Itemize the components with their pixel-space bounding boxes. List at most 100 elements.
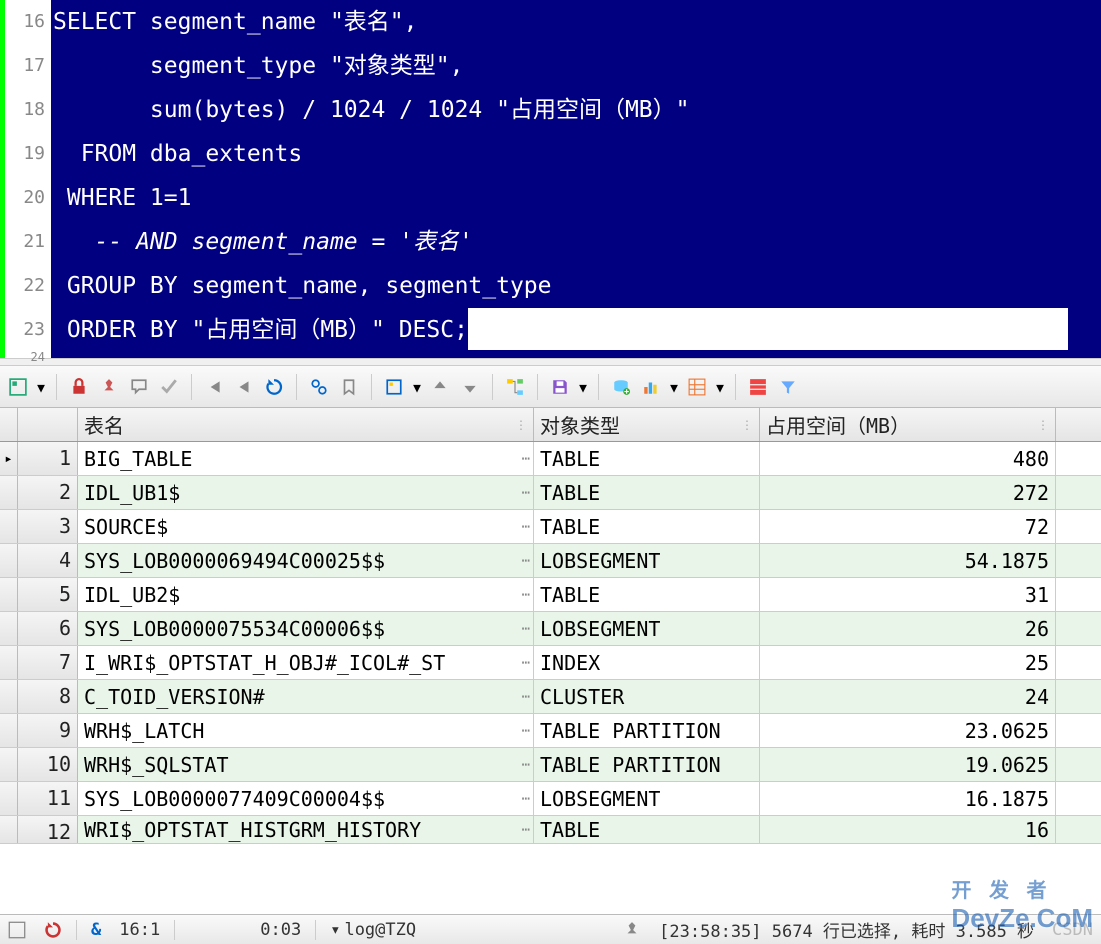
- cell-type[interactable]: TABLE PARTITION: [534, 748, 760, 781]
- dropdown-icon[interactable]: ▾: [36, 375, 46, 399]
- cell-size[interactable]: 54.1875: [760, 544, 1056, 577]
- find-icon[interactable]: [307, 375, 331, 399]
- grid-red-icon[interactable]: [746, 375, 770, 399]
- cell-name[interactable]: SOURCE$⋯: [78, 510, 534, 543]
- cell-type[interactable]: TABLE: [534, 578, 760, 611]
- dropdown-icon[interactable]: ▾: [669, 375, 679, 399]
- filter-icon[interactable]: [776, 375, 800, 399]
- table-row[interactable]: 5 IDL_UB2$⋯ TABLE 31: [0, 578, 1101, 612]
- row-selector-header[interactable]: [0, 408, 18, 441]
- table-row[interactable]: 4 SYS_LOB0000069494C00025$$⋯ LOBSEGMENT …: [0, 544, 1101, 578]
- cell-type[interactable]: LOBSEGMENT: [534, 544, 760, 577]
- first-icon[interactable]: [202, 375, 226, 399]
- table-row[interactable]: 10 WRH$_SQLSTAT⋯ TABLE PARTITION 19.0625: [0, 748, 1101, 782]
- cell-size[interactable]: 19.0625: [760, 748, 1056, 781]
- connection-dropdown[interactable]: ▾ log@TZQ: [326, 920, 420, 940]
- cell-type[interactable]: INDEX: [534, 646, 760, 679]
- grid-view-icon[interactable]: [685, 375, 709, 399]
- cell-name[interactable]: I_WRI$_OPTSTAT_H_OBJ#_ICOL#_ST⋯: [78, 646, 534, 679]
- cell-type[interactable]: TABLE PARTITION: [534, 714, 760, 747]
- table-row[interactable]: 2 IDL_UB1$⋯ TABLE 272: [0, 476, 1101, 510]
- cell-name[interactable]: BIG_TABLE⋯: [78, 442, 534, 475]
- dropdown-icon[interactable]: ▾: [715, 375, 725, 399]
- row-indicator[interactable]: [0, 782, 18, 815]
- table-row[interactable]: 6 SYS_LOB0000075534C00006$$⋯ LOBSEGMENT …: [0, 612, 1101, 646]
- cell-name[interactable]: C_TOID_VERSION#⋯: [78, 680, 534, 713]
- row-indicator[interactable]: [0, 476, 18, 509]
- cell-name[interactable]: IDL_UB2$⋯: [78, 578, 534, 611]
- column-header-name[interactable]: 表名⋮: [78, 408, 534, 441]
- lock-icon[interactable]: [67, 375, 91, 399]
- sql-editor[interactable]: 16 17 18 19 20 21 22 23 24 SELECT segmen…: [0, 0, 1101, 358]
- row-indicator[interactable]: [0, 714, 18, 747]
- db-add-icon[interactable]: [609, 375, 633, 399]
- pin-status-icon[interactable]: [619, 921, 645, 939]
- sb-rect-icon[interactable]: [4, 921, 30, 939]
- pin-icon[interactable]: [97, 375, 121, 399]
- table-row[interactable]: 12 WRI$_OPTSTAT_HISTGRM_HISTORY⋯ TABLE 1…: [0, 816, 1101, 844]
- prev-icon[interactable]: [232, 375, 256, 399]
- cell-name[interactable]: SYS_LOB0000077409C00004$$⋯: [78, 782, 534, 815]
- bookmark-icon[interactable]: [337, 375, 361, 399]
- line-num: 24: [5, 352, 45, 362]
- table-row[interactable]: 8 C_TOID_VERSION#⋯ CLUSTER 24: [0, 680, 1101, 714]
- cell-size[interactable]: 16: [760, 816, 1056, 843]
- cell-size[interactable]: 16.1875: [760, 782, 1056, 815]
- cell-name[interactable]: WRH$_LATCH⋯: [78, 714, 534, 747]
- cell-size[interactable]: 25: [760, 646, 1056, 679]
- horizontal-splitter[interactable]: [0, 358, 1101, 366]
- comment-icon[interactable]: [127, 375, 151, 399]
- row-indicator[interactable]: [0, 612, 18, 645]
- code-text[interactable]: SELECT segment_name "表名", segment_type "…: [51, 0, 1101, 358]
- sb-refresh-icon[interactable]: [40, 921, 66, 939]
- cell-type[interactable]: TABLE: [534, 510, 760, 543]
- refresh-icon[interactable]: [262, 375, 286, 399]
- column-header-size[interactable]: 占用空间（MB）⋮: [760, 408, 1056, 441]
- cell-size[interactable]: 480: [760, 442, 1056, 475]
- cell-type[interactable]: TABLE: [534, 442, 760, 475]
- row-indicator[interactable]: [0, 680, 18, 713]
- cell-name[interactable]: SYS_LOB0000075534C00006$$⋯: [78, 612, 534, 645]
- cell-size[interactable]: 272: [760, 476, 1056, 509]
- row-indicator[interactable]: [0, 510, 18, 543]
- cell-type[interactable]: TABLE: [534, 476, 760, 509]
- row-indicator[interactable]: [0, 646, 18, 679]
- row-indicator[interactable]: [0, 578, 18, 611]
- cell-size[interactable]: 26: [760, 612, 1056, 645]
- save-icon[interactable]: [548, 375, 572, 399]
- results-toolbar: ▾ ▾ ▾ ▾ ▾: [0, 366, 1101, 408]
- table-row[interactable]: 11 SYS_LOB0000077409C00004$$⋯ LOBSEGMENT…: [0, 782, 1101, 816]
- cell-type[interactable]: LOBSEGMENT: [534, 782, 760, 815]
- up-icon[interactable]: [428, 375, 452, 399]
- dropdown-icon[interactable]: ▾: [578, 375, 588, 399]
- cell-type[interactable]: TABLE: [534, 816, 760, 843]
- column-header-type[interactable]: 对象类型⋮: [534, 408, 760, 441]
- check-icon[interactable]: [157, 375, 181, 399]
- row-indicator[interactable]: [0, 544, 18, 577]
- row-indicator[interactable]: [0, 748, 18, 781]
- grid-select-icon[interactable]: [6, 375, 30, 399]
- table-row[interactable]: ▸ 1 BIG_TABLE⋯ TABLE 480: [0, 442, 1101, 476]
- cell-size[interactable]: 24: [760, 680, 1056, 713]
- cell-size[interactable]: 31: [760, 578, 1056, 611]
- cell-name[interactable]: SYS_LOB0000069494C00025$$⋯: [78, 544, 534, 577]
- tree-icon[interactable]: [503, 375, 527, 399]
- cell-size[interactable]: 72: [760, 510, 1056, 543]
- down-icon[interactable]: [458, 375, 482, 399]
- row-indicator[interactable]: [0, 816, 18, 843]
- chart-icon[interactable]: [639, 375, 663, 399]
- export-icon[interactable]: [382, 375, 406, 399]
- rownum-header[interactable]: [18, 408, 78, 441]
- sb-ampersand-icon[interactable]: &: [87, 920, 105, 940]
- cell-name[interactable]: IDL_UB1$⋯: [78, 476, 534, 509]
- cell-type[interactable]: LOBSEGMENT: [534, 612, 760, 645]
- cell-name[interactable]: WRI$_OPTSTAT_HISTGRM_HISTORY⋯: [78, 816, 534, 843]
- row-indicator[interactable]: ▸: [0, 442, 18, 475]
- cell-size[interactable]: 23.0625: [760, 714, 1056, 747]
- cell-name[interactable]: WRH$_SQLSTAT⋯: [78, 748, 534, 781]
- table-row[interactable]: 9 WRH$_LATCH⋯ TABLE PARTITION 23.0625: [0, 714, 1101, 748]
- dropdown-icon[interactable]: ▾: [412, 375, 422, 399]
- table-row[interactable]: 3 SOURCE$⋯ TABLE 72: [0, 510, 1101, 544]
- table-row[interactable]: 7 I_WRI$_OPTSTAT_H_OBJ#_ICOL#_ST⋯ INDEX …: [0, 646, 1101, 680]
- cell-type[interactable]: CLUSTER: [534, 680, 760, 713]
